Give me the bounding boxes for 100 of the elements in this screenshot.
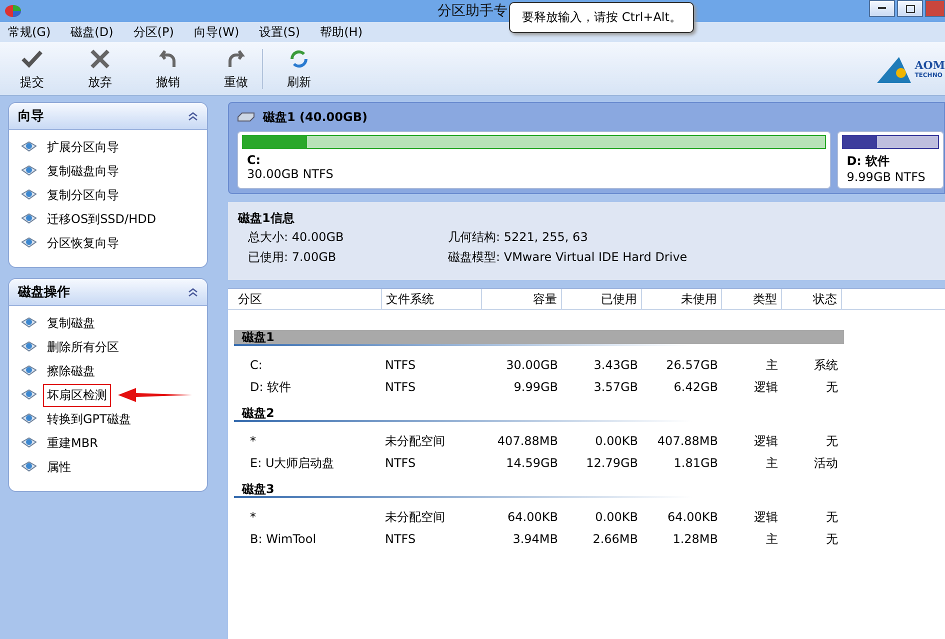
info-field: 总大小: 40.00GB — [248, 229, 448, 246]
sidebar-item[interactable]: 删除所有分区 — [43, 336, 123, 358]
info-field: 几何结构: 5221, 255, 63 — [448, 229, 935, 246]
table-cell-text: 无 — [825, 432, 839, 450]
panel-title: 磁盘操作 — [18, 284, 70, 301]
table-cell-text: 无 — [825, 508, 839, 526]
sidebar-item[interactable]: 重建MBR — [43, 432, 102, 454]
maximize-icon — [906, 4, 914, 12]
table-row[interactable]: * 未分配空间 64.00KB 0.00KB 64.00KB 逻辑 无 — [228, 506, 945, 528]
table-cell-text: 6.42GB — [672, 380, 719, 394]
toolbar-button[interactable]: 撤销 — [144, 44, 192, 92]
table-cell-text: D: 软件 — [249, 378, 292, 396]
table-cell-text: 系统 — [813, 356, 839, 374]
table-cell-text: 30.00GB — [505, 358, 559, 372]
table-cell-text: 0.00KB — [594, 510, 639, 524]
table-cell-text: 12.79GB — [585, 456, 639, 470]
toolbar-button[interactable]: 提交 — [8, 44, 56, 92]
sidebar-item[interactable]: 坏扇区检测 — [43, 384, 111, 406]
table-cell-text: 14.59GB — [505, 456, 559, 470]
cross-icon — [88, 46, 112, 70]
toolbar-button[interactable]: 放弃 — [76, 44, 124, 92]
collapse-icon[interactable] — [188, 288, 198, 296]
sidebar-item[interactable]: 复制磁盘向导 — [43, 160, 123, 182]
partition-card[interactable]: D: 软件 9.99GB NTFS — [836, 131, 944, 189]
table-cell-text: * — [249, 434, 257, 448]
table-cell-text: NTFS — [384, 358, 417, 372]
disk-group-header[interactable]: 磁盘3 — [234, 482, 844, 498]
table-row[interactable]: B: WimTool NTFS 3.94MB 2.66MB 1.28MB 主 无 — [228, 528, 945, 550]
sidebar-item[interactable]: 复制分区向导 — [43, 184, 123, 206]
table-cell-text: 1.28MB — [672, 532, 719, 546]
sidebar-item[interactable]: 复制磁盘 — [43, 312, 99, 334]
minimize-button[interactable] — [869, 0, 895, 17]
table-cell-text: 未分配空间 — [384, 432, 446, 450]
disk-title: 磁盘1 (40.00GB) — [263, 108, 368, 126]
info-field: 磁盘模型: VMware Virtual IDE Hard Drive — [448, 249, 935, 266]
table-cell-text: 407.88MB — [656, 434, 719, 448]
table-cell-text: 逻辑 — [753, 378, 779, 396]
table-cell-text: E: U大师启动盘 — [249, 454, 336, 472]
menu-item[interactable]: 磁盘(D) — [70, 24, 114, 40]
partition-detail: 9.99GB NTFS — [846, 170, 926, 184]
partition-name: C: — [247, 153, 262, 167]
maximize-button[interactable] — [897, 0, 923, 17]
table-cell-text: 3.94MB — [512, 532, 559, 546]
table-row[interactable]: D: 软件 NTFS 9.99GB 3.57GB 6.42GB 逻辑 无 — [228, 376, 945, 398]
table-cell-text: 无 — [825, 378, 839, 396]
toolbar-button[interactable]: 重做 — [212, 44, 260, 92]
disk-group-header[interactable]: 磁盘2 — [234, 406, 844, 422]
hard-drive-icon — [237, 112, 255, 122]
logo-icon — [876, 54, 911, 82]
table-cell-text: B: WimTool — [249, 532, 318, 546]
column-header[interactable]: 类型 — [722, 289, 782, 309]
table-row[interactable]: E: U大师启动盘 NTFS 14.59GB 12.79GB 1.81GB 主 活动 — [228, 452, 945, 474]
sidebar-item[interactable]: 分区恢复向导 — [43, 232, 123, 254]
menu-item[interactable]: 设置(S) — [259, 24, 300, 40]
sidebar-item[interactable]: 转换到GPT磁盘 — [43, 408, 135, 430]
table-cell-text: 64.00KB — [666, 510, 719, 524]
sidebar-item[interactable]: 迁移OS到SSD/HDD — [43, 208, 160, 230]
table-cell-text: 64.00KB — [506, 510, 559, 524]
table-cell-text: * — [249, 510, 257, 524]
column-header[interactable]: 已使用 — [562, 289, 642, 309]
table-cell-text: NTFS — [384, 380, 417, 394]
tooltip: 要释放输入，请按 Ctrl+Alt。 — [509, 2, 694, 33]
sidebar-item[interactable]: 属性 — [43, 456, 75, 478]
sidebar-item[interactable]: 扩展分区向导 — [43, 136, 123, 158]
collapse-icon[interactable] — [188, 112, 198, 120]
partition-card[interactable]: C: 30.00GB NTFS — [237, 131, 831, 189]
table-cell-text: C: — [249, 358, 264, 372]
table-cell-text: NTFS — [384, 532, 417, 546]
app-icon — [4, 4, 22, 18]
menu-item[interactable]: 向导(W) — [194, 24, 240, 40]
partition-detail: 30.00GB NTFS — [247, 167, 334, 181]
table-cell-text: 3.43GB — [592, 358, 639, 372]
table-cell-text: NTFS — [384, 456, 417, 470]
table-cell-text: 无 — [825, 530, 839, 548]
table-row[interactable]: * 未分配空间 407.88MB 0.00KB 407.88MB 逻辑 无 — [228, 430, 945, 452]
menu-item[interactable]: 常规(G) — [8, 24, 51, 40]
info-title: 磁盘1信息 — [238, 210, 296, 227]
column-header[interactable]: 状态 — [782, 289, 842, 309]
minimize-icon — [878, 7, 886, 10]
column-header[interactable]: 文件系统 — [382, 289, 482, 309]
table-cell-text: 0.00KB — [594, 434, 639, 448]
table-cell-text: 1.81GB — [672, 456, 719, 470]
column-header[interactable]: 未使用 — [642, 289, 722, 309]
table-cell-text: 主 — [765, 454, 779, 472]
column-header[interactable]: 分区 — [234, 289, 382, 309]
toolbar-button[interactable]: 刷新 — [275, 44, 323, 92]
menu-item[interactable]: 分区(P) — [133, 24, 174, 40]
table-cell-text: 主 — [765, 356, 779, 374]
sidebar-item[interactable]: 擦除磁盘 — [43, 360, 99, 382]
partition-name: D: 软件 — [846, 153, 891, 170]
info-field: 已使用: 7.00GB — [248, 249, 448, 266]
table-row[interactable]: C: NTFS 30.00GB 3.43GB 26.57GB 主 系统 — [228, 354, 945, 376]
table-cell-text: 407.88MB — [496, 434, 559, 448]
table-cell-text: 2.66MB — [592, 532, 639, 546]
menu-item[interactable]: 帮助(H) — [320, 24, 362, 40]
column-header[interactable]: 容量 — [482, 289, 562, 309]
table-cell-text: 逻辑 — [753, 432, 779, 450]
logo-text: AOM — [914, 58, 945, 72]
table-cell-text: 未分配空间 — [384, 508, 446, 526]
disk-group-header[interactable]: 磁盘1 — [234, 330, 844, 346]
